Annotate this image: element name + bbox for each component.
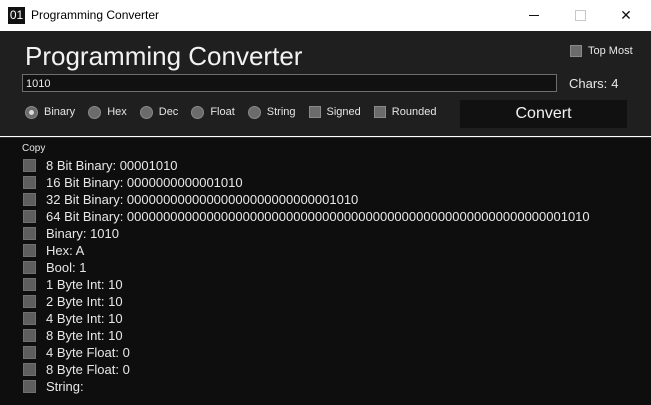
- controls-panel: Programming Converter Top Most 1010 Char…: [0, 31, 651, 136]
- copy-checkbox[interactable]: [23, 328, 36, 342]
- result-row-2byte-int: 2 Byte Int: 10: [23, 293, 123, 309]
- radio-icon: [139, 105, 153, 119]
- radio-hex[interactable]: Hex: [88, 105, 127, 119]
- copy-checkbox[interactable]: [23, 226, 36, 240]
- result-row-8byte-int: 8 Byte Int: 10: [23, 327, 123, 343]
- result-row-4byte-int: 4 Byte Int: 10: [23, 310, 123, 326]
- window-title: Programming Converter: [31, 8, 160, 22]
- maximize-icon: [574, 10, 586, 21]
- top-most-checkbox[interactable]: Top Most: [570, 45, 633, 57]
- results-panel: Copy 8 Bit Binary: 00001010 16 Bit Binar…: [0, 137, 651, 405]
- maximize-button[interactable]: [557, 0, 603, 31]
- radio-binary[interactable]: Binary: [25, 105, 76, 119]
- top-most-label: Top Most: [588, 45, 633, 57]
- result-text: 4 Byte Float: 0: [46, 344, 130, 360]
- value-input[interactable]: 1010: [22, 74, 557, 92]
- result-row-bool: Bool: 1: [23, 259, 86, 275]
- radio-float[interactable]: Float: [191, 105, 235, 119]
- result-text: 1 Byte Int: 10: [46, 276, 123, 292]
- result-row-4byte-float: 4 Byte Float: 0: [23, 344, 130, 360]
- chars-value: 4: [611, 76, 619, 91]
- copy-checkbox[interactable]: [23, 192, 36, 206]
- copy-checkbox[interactable]: [23, 209, 36, 223]
- copy-checkbox[interactable]: [23, 362, 36, 376]
- radio-selected-icon: [25, 105, 38, 119]
- copy-checkbox[interactable]: [23, 277, 36, 291]
- result-text: Hex: A: [46, 242, 85, 258]
- minimize-icon: [529, 15, 539, 16]
- app-icon: 01: [8, 7, 25, 24]
- checkbox-icon: [570, 45, 582, 57]
- format-options: Binary Hex Dec Float String Signed Round…: [25, 104, 449, 120]
- radio-icon: [191, 105, 205, 119]
- radio-label: Binary: [44, 106, 76, 118]
- copy-checkbox[interactable]: [23, 175, 36, 189]
- result-row-8byte-float: 8 Byte Float: 0: [23, 361, 130, 377]
- result-text: 8 Byte Float: 0: [46, 361, 130, 377]
- checkbox-icon: [373, 106, 386, 118]
- result-text: 16 Bit Binary: 0000000000001010: [46, 174, 243, 190]
- result-text: 8 Bit Binary: 00001010: [46, 157, 178, 173]
- copy-checkbox[interactable]: [23, 260, 36, 274]
- convert-button[interactable]: Convert: [460, 100, 627, 128]
- radio-label: Dec: [158, 106, 179, 118]
- result-text: 64 Bit Binary: 0000000000000000000000000…: [46, 208, 590, 224]
- copy-checkbox[interactable]: [23, 294, 36, 308]
- result-row-16bit-binary: 16 Bit Binary: 0000000000001010: [23, 174, 243, 190]
- result-row-hex: Hex: A: [23, 242, 84, 258]
- result-text: 32 Bit Binary: 0000000000000000000000000…: [46, 191, 359, 207]
- result-row-8bit-binary: 8 Bit Binary: 00001010: [23, 157, 178, 173]
- radio-label: Float: [210, 106, 235, 118]
- result-row-32bit-binary: 32 Bit Binary: 0000000000000000000000000…: [23, 191, 358, 207]
- copy-label: Copy: [22, 143, 46, 154]
- rounded-checkbox[interactable]: Rounded: [373, 106, 437, 118]
- radio-string[interactable]: String: [247, 105, 296, 119]
- chars-label: Chars:: [569, 76, 608, 91]
- checkbox-icon: [308, 106, 321, 118]
- result-text: 8 Byte Int: 10: [46, 327, 123, 343]
- copy-checkbox[interactable]: [23, 243, 36, 257]
- copy-checkbox[interactable]: [23, 379, 36, 393]
- checkbox-label: Rounded: [391, 106, 437, 118]
- copy-checkbox[interactable]: [23, 345, 36, 359]
- result-text: String:: [46, 378, 84, 394]
- copy-checkbox[interactable]: [23, 311, 36, 325]
- radio-label: String: [266, 106, 296, 118]
- radio-dec[interactable]: Dec: [139, 105, 179, 119]
- title-bar: 01 Programming Converter ✕: [0, 0, 651, 32]
- result-row-64bit-binary: 64 Bit Binary: 0000000000000000000000000…: [23, 208, 590, 224]
- result-row-string: String:: [23, 378, 84, 394]
- result-row-binary: Binary: 1010: [23, 225, 119, 241]
- copy-checkbox[interactable]: [23, 158, 36, 172]
- close-button[interactable]: ✕: [603, 0, 649, 31]
- radio-icon: [247, 105, 261, 119]
- result-row-1byte-int: 1 Byte Int: 10: [23, 276, 123, 292]
- chars-counter: Chars: 4: [569, 76, 619, 91]
- app-window: 01 Programming Converter ✕ Programming C…: [0, 0, 651, 405]
- result-text: 4 Byte Int: 10: [46, 310, 123, 326]
- result-text: 2 Byte Int: 10: [46, 293, 123, 309]
- result-text: Binary: 1010: [46, 225, 119, 241]
- checkbox-label: Signed: [326, 106, 361, 118]
- radio-label: Hex: [107, 106, 127, 118]
- minimize-button[interactable]: [511, 0, 557, 31]
- radio-icon: [88, 105, 102, 119]
- page-title: Programming Converter: [25, 41, 303, 71]
- signed-checkbox[interactable]: Signed: [308, 106, 361, 118]
- result-text: Bool: 1: [46, 259, 87, 275]
- close-icon: ✕: [620, 7, 632, 23]
